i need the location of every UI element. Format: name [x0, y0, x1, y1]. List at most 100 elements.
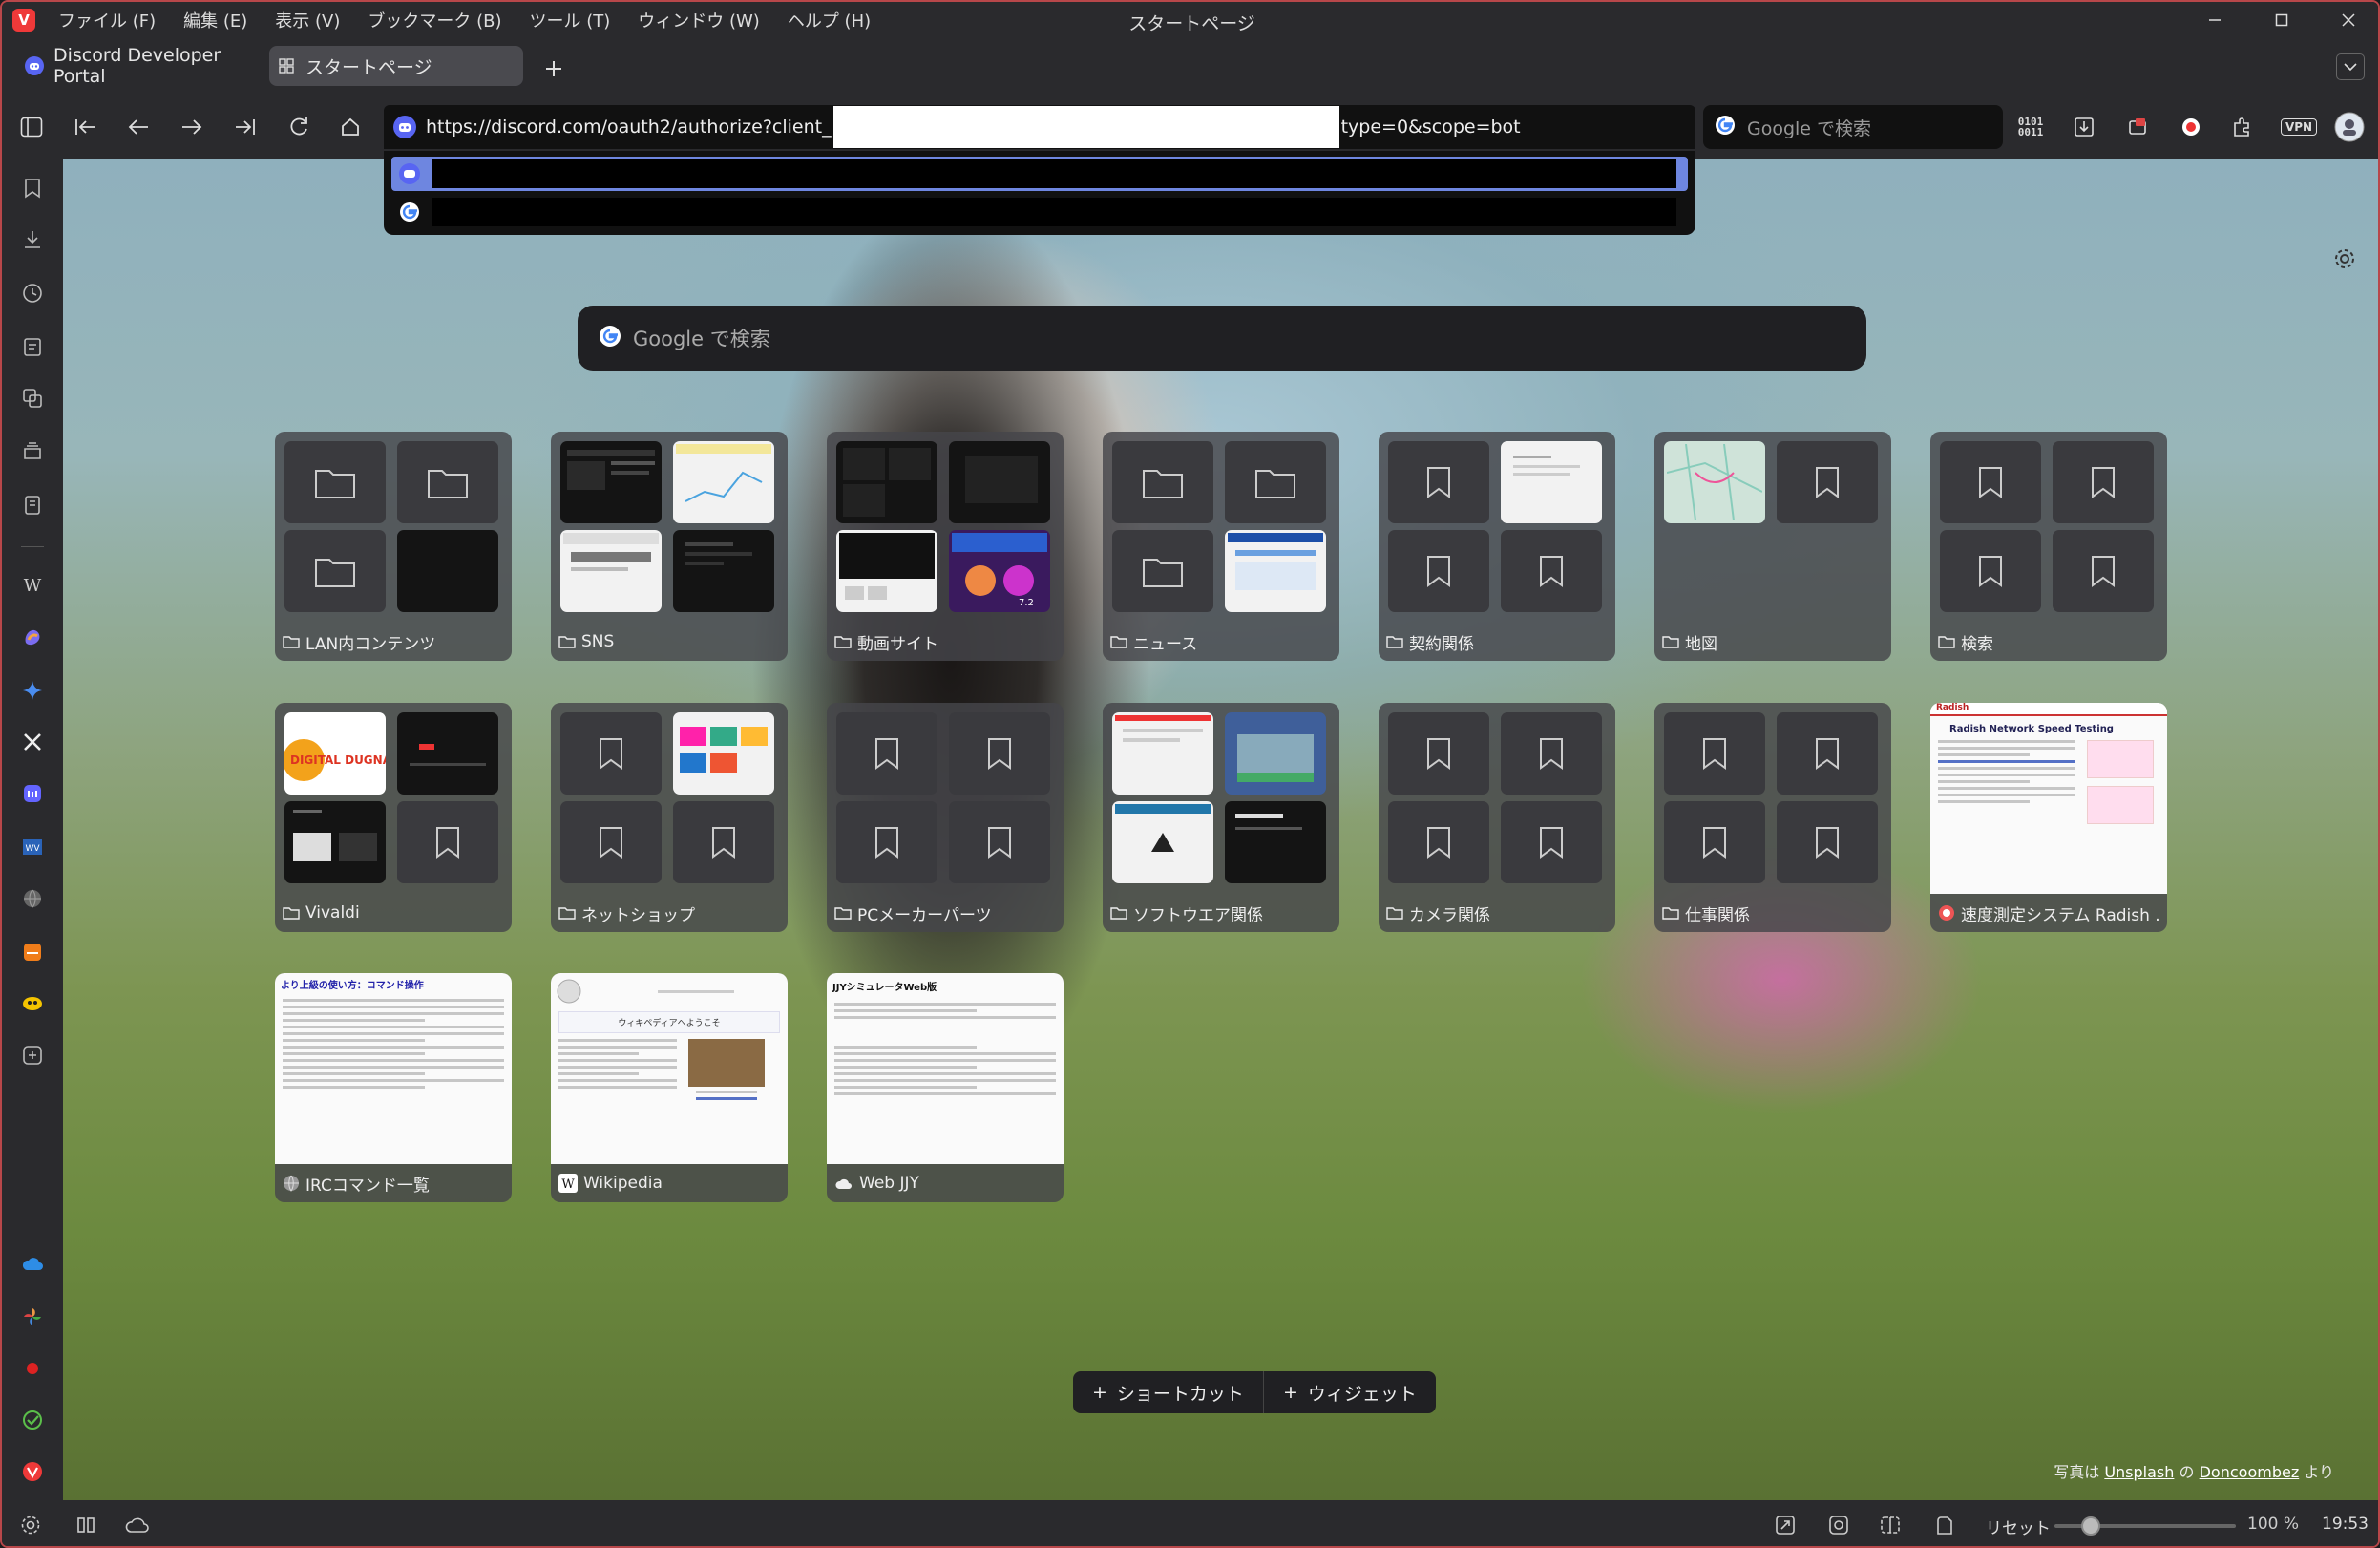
- menu-file[interactable]: ファイル (F): [58, 8, 156, 32]
- maximize-button[interactable]: [2248, 2, 2315, 38]
- thumbnail: [949, 441, 1050, 523]
- speed-dial-site[interactable]: Radish Radish Network Speed Testing 速度測定…: [1930, 703, 2167, 932]
- home-icon[interactable]: [332, 109, 369, 145]
- close-button[interactable]: [2315, 2, 2378, 38]
- puzzle-icon[interactable]: [2224, 109, 2261, 145]
- red-dot-icon[interactable]: [14, 1350, 51, 1387]
- speed-dial-folder[interactable]: ソフトウエア関係: [1103, 703, 1339, 932]
- web-icon[interactable]: WV: [14, 829, 51, 865]
- speed-dial-folder[interactable]: カメラ関係: [1379, 703, 1615, 932]
- wikipedia-icon: W: [558, 1174, 578, 1193]
- add-panel-icon[interactable]: [14, 1037, 51, 1073]
- back-icon[interactable]: [120, 109, 157, 145]
- tile-view-icon[interactable]: [71, 1510, 101, 1540]
- tab-discord-developer-portal[interactable]: Discord Developer Portal: [17, 45, 254, 87]
- profile-avatar[interactable]: [2331, 109, 2368, 145]
- window-panel-icon[interactable]: [14, 434, 51, 470]
- speed-dial-folder[interactable]: 地図: [1654, 432, 1891, 661]
- binary-icon[interactable]: 0101 0011: [2012, 109, 2049, 145]
- add-shortcut-button[interactable]: + ショートカット: [1073, 1371, 1263, 1413]
- bookmark-icon[interactable]: [14, 170, 51, 206]
- start-page-search-input[interactable]: Google で検索: [578, 306, 1866, 371]
- panel-toggle-icon[interactable]: [13, 109, 50, 145]
- zoom-slider-handle[interactable]: [2081, 1516, 2100, 1536]
- gear-icon[interactable]: [2328, 243, 2361, 275]
- tab-start-page[interactable]: スタートページ: [269, 46, 523, 86]
- vpn-icon[interactable]: VPN: [2276, 109, 2322, 145]
- folder-small-icon: [558, 906, 576, 920]
- settings-gear-icon[interactable]: [15, 1510, 46, 1540]
- menu-view[interactable]: 表示 (V): [275, 8, 340, 32]
- site-thumbnail: Radish Radish Network Speed Testing: [1930, 703, 2167, 894]
- x-icon[interactable]: [14, 724, 51, 760]
- camera-icon[interactable]: [1823, 1510, 1854, 1540]
- speed-dial-folder[interactable]: PCメーカーパーツ: [827, 703, 1064, 932]
- extension-icon[interactable]: [2119, 109, 2156, 145]
- menu-edit[interactable]: 編集 (E): [183, 8, 247, 32]
- speed-dial-site[interactable]: ウィキペディアへようこそ W Wikipedia: [551, 973, 788, 1202]
- speed-dial-site[interactable]: より上級の使い方：コマンド操作 IRCコマンド一覧: [275, 973, 512, 1202]
- thumbnail: [1225, 801, 1326, 883]
- menu-bookmarks[interactable]: ブックマーク (B): [368, 8, 501, 32]
- menu-bar: ファイル (F) 編集 (E) 表示 (V) ブックマーク (B) ツール (T…: [58, 8, 871, 32]
- tab-label: スタートページ: [305, 56, 432, 78]
- download-icon[interactable]: [14, 222, 51, 258]
- menu-window[interactable]: ウィンドウ (W): [638, 8, 760, 32]
- download-icon[interactable]: [2066, 109, 2102, 145]
- menu-tools[interactable]: ツール (T): [529, 8, 610, 32]
- url-field[interactable]: https://discord.com/oauth2/authorize?cli…: [384, 105, 1695, 149]
- search-engine-field[interactable]: Google で検索: [1703, 105, 2003, 149]
- capture-icon[interactable]: [1770, 1510, 1801, 1540]
- page-actions-icon[interactable]: [1928, 1510, 1959, 1540]
- speed-dial-site[interactable]: JJYシミュレータWeb版 Web JJY: [827, 973, 1064, 1202]
- vivaldi-logo-icon[interactable]: V: [12, 9, 35, 32]
- check-circle-icon[interactable]: [14, 1402, 51, 1438]
- notes-icon[interactable]: [14, 329, 51, 365]
- forward-icon[interactable]: [174, 109, 210, 145]
- menu-help[interactable]: ヘルプ (H): [788, 8, 871, 32]
- tab-list-button[interactable]: [2336, 53, 2365, 80]
- author-link[interactable]: Doncoombez: [2200, 1463, 2300, 1481]
- record-icon[interactable]: [2173, 109, 2209, 145]
- pinwheel-icon[interactable]: [14, 1299, 51, 1335]
- speed-dial-folder[interactable]: 仕事関係: [1654, 703, 1891, 932]
- suggestion-row-google[interactable]: [391, 195, 1688, 229]
- bookmark-icon: [560, 712, 662, 795]
- unsplash-link[interactable]: Unsplash: [2104, 1463, 2174, 1481]
- speed-dial-folder[interactable]: 検索: [1930, 432, 2167, 661]
- zoom-reset-button[interactable]: リセット: [1986, 1515, 2051, 1538]
- add-widget-button[interactable]: + ウィジェット: [1262, 1371, 1436, 1413]
- wikipedia-icon[interactable]: W: [14, 567, 51, 604]
- reading-list-icon[interactable]: [14, 487, 51, 523]
- speed-dial-folder[interactable]: ニュース: [1103, 432, 1339, 661]
- speed-dial-folder[interactable]: 7.2 動画サイト: [827, 432, 1064, 661]
- bookmark-icon: [836, 801, 937, 883]
- yellow-app-icon[interactable]: [14, 986, 51, 1022]
- speed-dial-folder[interactable]: ネットショップ: [551, 703, 788, 932]
- mastodon-icon[interactable]: [14, 775, 51, 812]
- cloud-icon[interactable]: [14, 1245, 51, 1282]
- history-icon[interactable]: [14, 275, 51, 311]
- minimize-button[interactable]: [2181, 2, 2248, 38]
- speed-dial-folder[interactable]: LAN内コンテンツ: [275, 432, 512, 661]
- vivaldi-icon[interactable]: [14, 1453, 51, 1490]
- reload-icon[interactable]: [281, 109, 317, 145]
- tiling-icon[interactable]: [1875, 1510, 1906, 1540]
- rewind-icon[interactable]: [67, 109, 103, 145]
- fast-forward-icon[interactable]: [227, 109, 263, 145]
- tab-label: Discord Developer Portal: [53, 45, 221, 87]
- copilot-icon[interactable]: [14, 619, 51, 655]
- speed-dial-folder[interactable]: SNS: [551, 432, 788, 661]
- gemini-icon[interactable]: [14, 672, 51, 709]
- thumbnail: [836, 441, 937, 523]
- thumbnail: 7.2: [949, 530, 1050, 612]
- bookmark-icon: [397, 801, 498, 883]
- speed-dial-folder[interactable]: 契約関係: [1379, 432, 1615, 661]
- translate-icon[interactable]: [14, 380, 51, 416]
- speed-dial-folder[interactable]: DIGITAL DUGNAD Vivaldi: [275, 703, 512, 932]
- suggestion-row-discord[interactable]: [391, 157, 1688, 191]
- sync-cloud-icon[interactable]: [122, 1510, 153, 1540]
- globe-icon[interactable]: [14, 880, 51, 917]
- new-tab-button[interactable]: [537, 52, 571, 86]
- orange-app-icon[interactable]: [14, 934, 51, 970]
